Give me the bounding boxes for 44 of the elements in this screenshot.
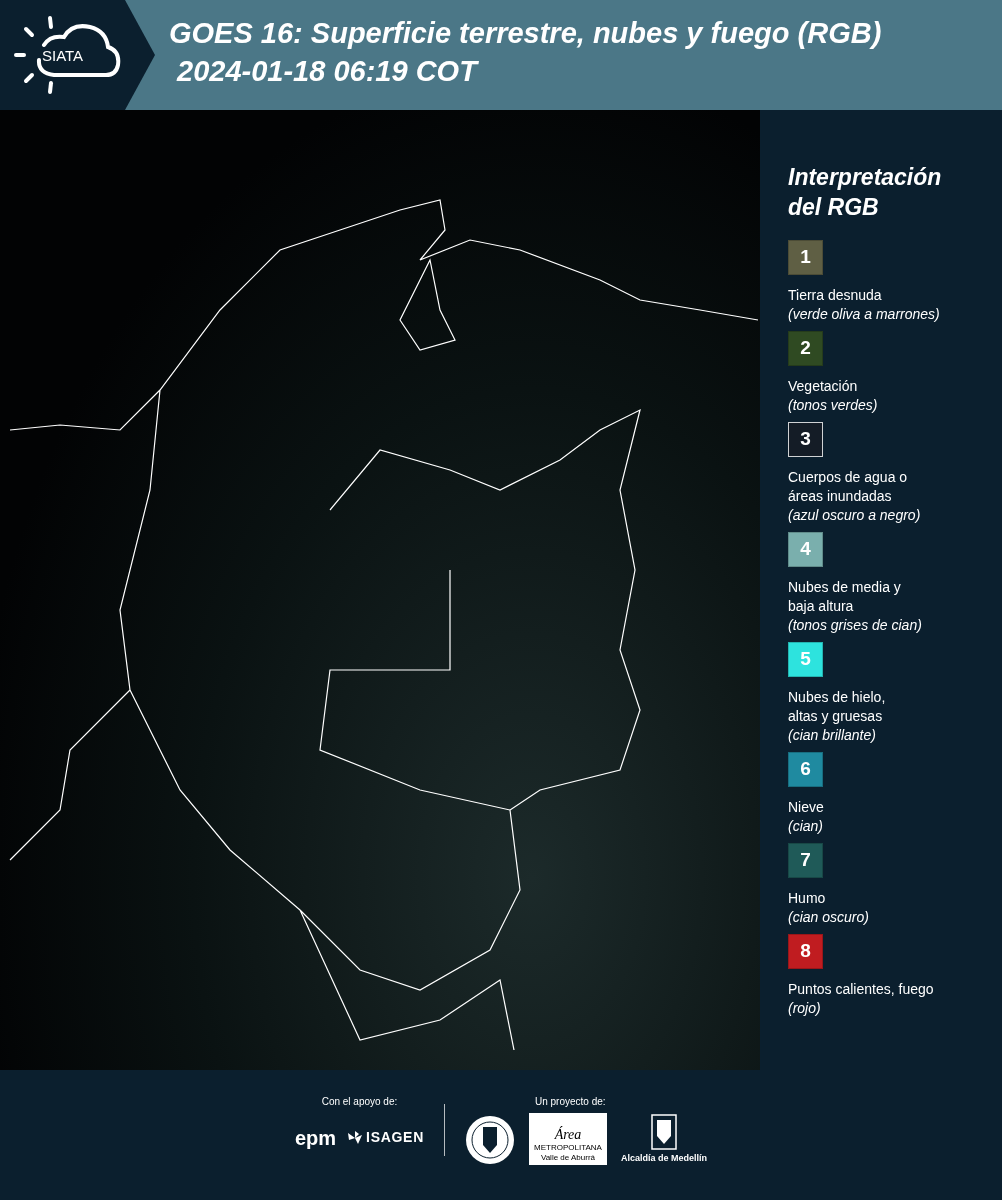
sun-cloud-icon (14, 15, 122, 95)
swatch-number: 5 (800, 647, 811, 672)
page-title: GOES 16: Superficie terrestre, nubes y fuego (RGB) (169, 16, 882, 51)
project-label: Un proyecto de: (535, 1095, 607, 1109)
seal-emblem-icon (465, 1115, 515, 1165)
support-label: Con el apoyo de: (321, 1095, 398, 1109)
legend-title: del RGB (788, 193, 880, 222)
logo-script-text: Área (554, 1127, 582, 1143)
coat-of-arms-icon (651, 1113, 677, 1150)
legend-label: Nubes de media y (788, 578, 902, 597)
legend-label: áreas inundadas (788, 487, 893, 506)
logo-caption: Valle de Aburrá (540, 1153, 596, 1163)
pinwheel-icon (346, 1129, 365, 1146)
logo-caption: METROPOLITANA (534, 1143, 602, 1153)
legend-note: (verde oliva a marrones) (788, 305, 941, 324)
legend-note: (cian) (788, 817, 824, 836)
legend-label: Vegetación (788, 377, 859, 396)
swatch-number: 2 (800, 336, 811, 361)
swatch-number: 8 (800, 939, 811, 964)
legend-label: Nubes de hielo, (788, 688, 887, 707)
legend-note: (cian brillante) (788, 726, 877, 745)
city-logo-text: Alcaldía de Medellín (621, 1151, 707, 1165)
legend-label: Humo (788, 889, 827, 908)
epm-logo: epm (294, 1127, 337, 1148)
legend-note: (tonos verdes) (788, 396, 879, 415)
swatch-number: 1 (800, 245, 811, 270)
swatch-number: 7 (800, 848, 811, 873)
legend-note: (azul oscuro a negro) (788, 506, 922, 525)
legend-label: Cuerpos de agua o (788, 468, 909, 487)
swatch-number: 3 (800, 427, 811, 452)
legend-label: Tierra desnuda (788, 286, 883, 305)
timestamp: 2024-01-18 06:19 COT (175, 54, 480, 89)
isagen-logo: ISAGEN (366, 1128, 424, 1147)
legend-note: (cian oscuro) (788, 908, 870, 927)
legend-title: Interpretación (788, 163, 943, 192)
swatch-number: 4 (800, 537, 811, 562)
swatch-number: 6 (800, 757, 811, 782)
legend-label: altas y gruesas (788, 707, 884, 726)
legend-label: baja altura (788, 597, 855, 616)
logo-text: SIATA (42, 46, 84, 66)
legend-label: Nieve (788, 798, 825, 817)
legend-label: Puntos calientes, fuego (788, 980, 935, 999)
legend-note: (rojo) (788, 999, 822, 1018)
legend-note: (tonos grises de cian) (788, 616, 923, 635)
